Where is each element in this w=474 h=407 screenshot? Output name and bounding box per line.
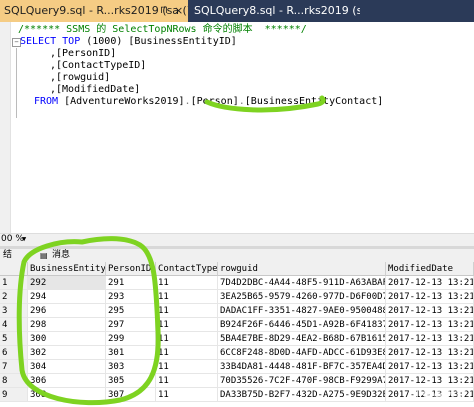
- top-value: (1000): [86, 36, 123, 47]
- table-cell[interactable]: 305: [106, 374, 156, 388]
- table-cell[interactable]: 304: [28, 360, 106, 374]
- table-cell[interactable]: 11: [156, 388, 218, 402]
- pin-icon[interactable]: ⊓: [160, 0, 168, 22]
- table-cell[interactable]: 33B4DA81-4448-481F-BF7C-357EA4D23F21: [218, 360, 386, 374]
- column-line: ,[ContactTypeID]: [50, 60, 147, 71]
- table-cell[interactable]: 293: [106, 290, 156, 304]
- table-cell[interactable]: 2017-12-13 13:21:02: [386, 346, 474, 360]
- row-number[interactable]: 3: [0, 304, 28, 318]
- table-cell[interactable]: 292: [28, 276, 106, 290]
- column-header-personid[interactable]: PersonID: [106, 262, 156, 276]
- row-number[interactable]: 1: [0, 276, 28, 290]
- column-line: ,[ModifiedDate]: [50, 84, 141, 95]
- column-businessentityid: [BusinessEntityID]: [128, 36, 237, 47]
- results-grid[interactable]: BusinessEntityID PersonID ContactTypeID …: [0, 262, 474, 407]
- editor-gutter: [0, 22, 11, 233]
- document-tab-bar: SQLQuery9.sql - R...rks2019 (sa (74)) ⊓ …: [0, 0, 474, 22]
- messages-icon: ▤: [40, 251, 48, 260]
- select-keyword: SELECT: [20, 36, 57, 47]
- column-line: ,[PersonID]: [50, 48, 117, 59]
- table-cell[interactable]: DA33B75D-B2F7-432D-A275-9E9D32E78F3E: [218, 388, 386, 402]
- table-cell[interactable]: 11: [156, 304, 218, 318]
- table-cell[interactable]: 2017-12-13 13:21:02: [386, 290, 474, 304]
- table-cell[interactable]: 2017-12-13 13:21:02: [386, 374, 474, 388]
- select-line: SELECT TOP (1000) [BusinessEntityID]: [20, 36, 237, 48]
- table-cell[interactable]: 2017-12-13 13:21:02: [386, 332, 474, 346]
- table-cell[interactable]: 6CC8F248-8D0D-4AFD-ADCC-61D93E8DE3B1: [218, 346, 386, 360]
- from-keyword: FROM: [34, 96, 59, 107]
- table-cell[interactable]: B924F26F-6446-45D1-A92B-6F418374F075: [218, 318, 386, 332]
- table-cell[interactable]: 297: [106, 318, 156, 332]
- table-cell[interactable]: 11: [156, 360, 218, 374]
- from-table: [BusinessEntityContact]: [244, 96, 384, 107]
- from-database: [AdventureWorks2019]: [64, 96, 185, 107]
- query-editor[interactable]: − /****** SSMS 的 SelectTopNRows 命令的脚本 **…: [0, 22, 474, 233]
- table-cell[interactable]: 2017-12-13 13:21:02: [386, 304, 474, 318]
- chevron-down-icon[interactable]: ▼: [22, 233, 26, 245]
- table-cell[interactable]: 11: [156, 374, 218, 388]
- table-cell[interactable]: 296: [28, 304, 106, 318]
- row-number[interactable]: 4: [0, 318, 28, 332]
- table-cell[interactable]: 2017-12-13 13:21:02: [386, 388, 474, 402]
- row-number[interactable]: 2: [0, 290, 28, 304]
- table-cell[interactable]: 70D35526-7C2F-470F-98CB-F9299A754F16: [218, 374, 386, 388]
- table-cell[interactable]: 291: [106, 276, 156, 290]
- column-line: ,[rowguid]: [50, 72, 111, 83]
- results-tab-bar: 结 ▤ 消息: [0, 249, 474, 262]
- column-header-rowguid[interactable]: rowguid: [218, 262, 386, 276]
- column-header-businessentityid[interactable]: BusinessEntityID: [28, 262, 106, 276]
- row-number[interactable]: 7: [0, 360, 28, 374]
- editor-horizontal-scrollbar[interactable]: [0, 233, 474, 246]
- table-cell[interactable]: 11: [156, 290, 218, 304]
- table-cell[interactable]: 307: [106, 388, 156, 402]
- table-cell[interactable]: 11: [156, 318, 218, 332]
- column-header-contacttypeid[interactable]: ContactTypeID: [156, 262, 218, 276]
- column-header-modifieddate[interactable]: ModifiedDate: [386, 262, 474, 276]
- tab-sqlquery9[interactable]: SQLQuery9.sql - R...rks2019 (sa (74)) ⊓ …: [0, 0, 188, 22]
- row-number-header: [0, 262, 28, 276]
- table-cell[interactable]: 303: [106, 360, 156, 374]
- table-cell[interactable]: 301: [106, 346, 156, 360]
- from-line: FROM [AdventureWorks2019].[Person].[Busi…: [34, 96, 384, 107]
- table-cell[interactable]: 302: [28, 346, 106, 360]
- row-number[interactable]: 5: [0, 332, 28, 346]
- table-cell[interactable]: 5BA4E7BE-8D29-4EA2-B68D-67B1615B124A: [218, 332, 386, 346]
- tab-results[interactable]: 结: [3, 249, 12, 262]
- tab-title: SQLQuery8.sql - R...rks2019 (sa (69)): [194, 4, 360, 17]
- tab-messages[interactable]: 消息: [52, 249, 70, 262]
- table-cell[interactable]: 2017-12-13 13:21:02: [386, 318, 474, 332]
- from-schema: [Person]: [190, 96, 239, 107]
- table-cell[interactable]: 11: [156, 346, 218, 360]
- table-cell[interactable]: 11: [156, 276, 218, 290]
- close-icon[interactable]: ×: [174, 0, 183, 22]
- table-cell[interactable]: 7D4D2DBC-4A44-48F5-911D-A63ABAFD5120: [218, 276, 386, 290]
- table-cell[interactable]: DADAC1FF-3351-4827-9AE0-95004885C193: [218, 304, 386, 318]
- table-cell[interactable]: 2017-12-13 13:21:02: [386, 276, 474, 290]
- table-cell[interactable]: 11: [156, 332, 218, 346]
- table-cell[interactable]: 306: [28, 374, 106, 388]
- row-number[interactable]: 6: [0, 346, 28, 360]
- table-cell[interactable]: 3EA25B65-9579-4260-977D-D6F00D7D20EE: [218, 290, 386, 304]
- top-keyword: TOP: [62, 36, 81, 47]
- row-number[interactable]: 8: [0, 374, 28, 388]
- tab-sqlquery8[interactable]: SQLQuery8.sql - R...rks2019 (sa (69)): [190, 0, 360, 22]
- table-cell[interactable]: 299: [106, 332, 156, 346]
- table-cell[interactable]: 298: [28, 318, 106, 332]
- table-cell[interactable]: 300: [28, 332, 106, 346]
- outline-line: [16, 48, 17, 118]
- table-cell[interactable]: 2017-12-13 13:21:02: [386, 360, 474, 374]
- zoom-level[interactable]: 00 %: [0, 233, 24, 245]
- comment-line: /****** SSMS 的 SelectTopNRows 命令的脚本 ****…: [18, 24, 307, 35]
- row-number[interactable]: 9: [0, 388, 28, 402]
- table-cell[interactable]: 294: [28, 290, 106, 304]
- table-cell[interactable]: 295: [106, 304, 156, 318]
- table-cell[interactable]: 308: [28, 388, 106, 402]
